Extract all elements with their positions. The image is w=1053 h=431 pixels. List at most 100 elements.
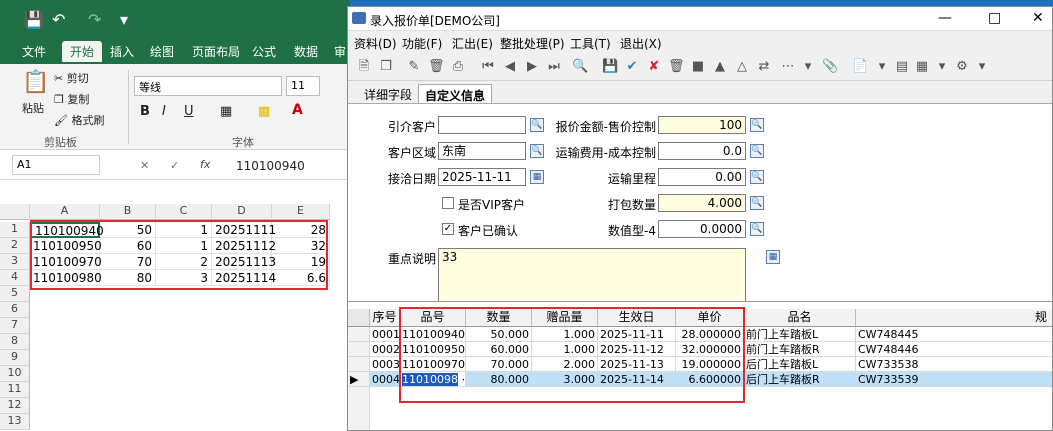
- dropdown-icon[interactable]: ▾: [874, 59, 890, 75]
- enter-icon[interactable]: ✓: [170, 159, 179, 172]
- contact-date-input[interactable]: 2025-11-11: [438, 168, 526, 186]
- column-header[interactable]: E: [272, 204, 330, 220]
- column-header[interactable]: C: [156, 204, 212, 220]
- tab-draw[interactable]: 绘图: [150, 43, 174, 60]
- trash-icon[interactable]: 🗑: [668, 59, 685, 75]
- menu-exit[interactable]: 退出(X): [620, 35, 662, 52]
- grid-header-name[interactable]: 品名: [744, 309, 856, 327]
- italic-button[interactable]: I: [162, 104, 166, 119]
- lookup-icon[interactable]: 🔍: [750, 222, 764, 236]
- delete-icon[interactable]: 🗑: [428, 59, 445, 75]
- copy-icon[interactable]: ❐: [378, 59, 394, 75]
- lookup-icon[interactable]: 🔍: [750, 118, 764, 132]
- dropdown-icon[interactable]: ▾: [800, 59, 816, 75]
- tab-data[interactable]: 数据: [294, 43, 318, 60]
- border-icon[interactable]: ▦: [220, 104, 232, 119]
- approve-icon[interactable]: ▲: [712, 59, 728, 75]
- font-name-select[interactable]: 等线: [134, 76, 282, 96]
- region-input[interactable]: 东南: [438, 142, 526, 160]
- cancel-icon[interactable]: ✕: [140, 159, 149, 172]
- lookup-icon[interactable]: 🔍: [530, 118, 544, 132]
- confirmed-checkbox[interactable]: ✓: [442, 223, 454, 235]
- tab-home[interactable]: 开始: [62, 41, 103, 62]
- grid-cell-name[interactable]: 前门上车踏板L: [744, 327, 856, 342]
- copy-button[interactable]: ❐ 复制: [54, 91, 89, 107]
- dropdown-icon[interactable]: ▾: [934, 59, 950, 75]
- vip-checkbox[interactable]: [442, 197, 454, 209]
- query-icon[interactable]: 🔍: [572, 59, 588, 75]
- save-icon[interactable]: 💾: [24, 10, 44, 29]
- grid-cell-code[interactable]: CW733539: [856, 372, 1052, 387]
- grid-cell-code[interactable]: CW748445: [856, 327, 1052, 342]
- row-header[interactable]: 2: [0, 238, 30, 254]
- redo-icon[interactable]: ↷: [88, 10, 101, 29]
- row-header[interactable]: 4: [0, 270, 30, 286]
- row-header[interactable]: 10: [0, 366, 30, 382]
- report-icon[interactable]: 📄: [852, 59, 868, 75]
- row-header[interactable]: 1: [0, 222, 30, 238]
- grid-cell-name[interactable]: 后门上车踏板L: [744, 357, 856, 372]
- calendar-icon[interactable]: ▦: [530, 170, 544, 184]
- unapprove-icon[interactable]: △: [734, 59, 750, 75]
- name-box[interactable]: A1: [12, 155, 100, 175]
- grid-cell-code[interactable]: CW733538: [856, 357, 1052, 372]
- lookup-icon[interactable]: 🔍: [750, 170, 764, 184]
- row-header[interactable]: 13: [0, 414, 30, 430]
- dropdown-icon[interactable]: ▾: [974, 59, 990, 75]
- lookup-icon[interactable]: 🔍: [750, 144, 764, 158]
- freight-input[interactable]: 0.0: [658, 142, 746, 160]
- bold-button[interactable]: B: [140, 104, 150, 119]
- undo-icon[interactable]: ↶: [52, 10, 65, 29]
- tab-page-layout[interactable]: 页面布局: [192, 43, 240, 60]
- grid-header-seq[interactable]: 序号: [370, 309, 400, 327]
- grid-cell-seq[interactable]: 0003: [370, 357, 400, 372]
- notes-textarea[interactable]: 33: [438, 248, 746, 304]
- grid-cell-seq[interactable]: 0002: [370, 342, 400, 357]
- last-icon[interactable]: ⏭: [546, 59, 562, 75]
- row-indicator[interactable]: [348, 342, 370, 357]
- menu-data[interactable]: 资料(D): [354, 35, 397, 52]
- column-header[interactable]: A: [30, 204, 100, 220]
- paste-icon[interactable]: 📋: [22, 70, 49, 95]
- new-icon[interactable]: 🗎: [356, 59, 372, 75]
- customize-icon[interactable]: ▾: [120, 10, 128, 29]
- close-icon[interactable]: ✕: [1032, 10, 1044, 26]
- expand-icon[interactable]: ▦: [766, 250, 780, 264]
- stamp-icon[interactable]: ■: [690, 59, 706, 75]
- transfer-icon[interactable]: ⇄: [756, 59, 772, 75]
- row-indicator[interactable]: [348, 327, 370, 342]
- archive-icon[interactable]: ▤: [894, 59, 910, 75]
- settings-icon[interactable]: ⚙: [954, 59, 970, 75]
- tab-file[interactable]: 文件: [22, 43, 46, 60]
- row-indicator[interactable]: [348, 357, 370, 372]
- cut-button[interactable]: ✂ 剪切: [54, 70, 89, 86]
- print-icon[interactable]: ⎙: [450, 59, 466, 75]
- confirm-icon[interactable]: ✔: [624, 59, 640, 75]
- grid-cell-code[interactable]: CW748446: [856, 342, 1052, 357]
- column-header[interactable]: B: [100, 204, 156, 220]
- referral-input[interactable]: [438, 116, 526, 134]
- row-header[interactable]: 12: [0, 398, 30, 414]
- prev-icon[interactable]: ◀: [502, 59, 518, 75]
- column-header[interactable]: D: [212, 204, 272, 220]
- row-header[interactable]: 8: [0, 334, 30, 350]
- mileage-input[interactable]: 0.00: [658, 168, 746, 186]
- tab-custom-info[interactable]: 自定义信息: [418, 84, 493, 103]
- grid-cell-name[interactable]: 后门上车踏板R: [744, 372, 856, 387]
- menu-batch[interactable]: 整批处理(P): [500, 35, 565, 52]
- save-icon[interactable]: 💾: [602, 59, 618, 75]
- row-header[interactable]: 7: [0, 318, 30, 334]
- minimize-icon[interactable]: —: [938, 10, 952, 26]
- format-painter-button[interactable]: 🖌 格式刷: [54, 112, 104, 128]
- current-row-arrow-icon[interactable]: ▶: [348, 372, 370, 387]
- font-color-icon[interactable]: A: [292, 102, 303, 118]
- font-size-select[interactable]: 11: [286, 76, 320, 96]
- first-icon[interactable]: ⏮: [480, 59, 496, 75]
- row-header[interactable]: 3: [0, 254, 30, 270]
- lookup-icon[interactable]: 🔍: [530, 144, 544, 158]
- layout-icon[interactable]: ▦: [914, 59, 930, 75]
- grid-cell-seq[interactable]: 0004: [370, 372, 400, 387]
- cancel-icon[interactable]: ✘: [646, 59, 662, 75]
- menu-tools[interactable]: 工具(T): [570, 35, 611, 52]
- maximize-icon[interactable]: □: [988, 10, 1001, 26]
